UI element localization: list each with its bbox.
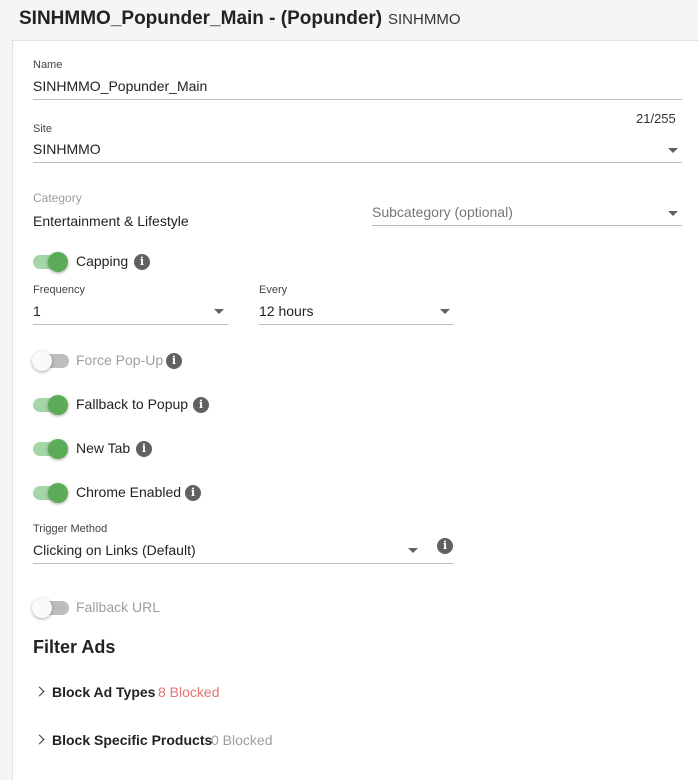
force-popup-label: Force Pop-Up: [76, 352, 164, 368]
caret-down-icon[interactable]: [668, 148, 678, 153]
name-underline: [33, 99, 682, 100]
name-field[interactable]: Name: [33, 59, 62, 71]
chevron-right-icon: [34, 686, 45, 697]
frequency-select[interactable]: 1: [33, 303, 41, 319]
block-specific-products-expander[interactable]: Block Specific Products 0 Blocked: [33, 729, 293, 751]
fallback-popup-label: Fallback to Popup: [76, 396, 189, 412]
every-label: Every: [259, 284, 288, 296]
site-label: Site: [33, 123, 52, 135]
new-tab-toggle-knob[interactable]: [48, 439, 68, 459]
force-popup-toggle-knob[interactable]: [32, 351, 52, 371]
page-site-name: SINHMMO: [388, 11, 461, 28]
name-char-counter: 21/255: [636, 111, 676, 126]
capping-toggle-knob[interactable]: [48, 252, 68, 272]
frequency-underline: [33, 324, 228, 325]
trigger-method-select[interactable]: Clicking on Links (Default): [33, 542, 196, 558]
every-select[interactable]: 12 hours: [259, 303, 313, 319]
caret-down-icon[interactable]: [408, 548, 418, 553]
settings-card: Name SINHMMO_Popunder_Main 21/255 Site S…: [12, 40, 698, 780]
block-ad-types-expander[interactable]: Block Ad Types 8 Blocked: [33, 681, 233, 703]
chevron-right-icon: [34, 734, 45, 745]
info-icon[interactable]: i: [136, 441, 152, 457]
caret-down-icon[interactable]: [214, 309, 224, 314]
filter-ads-title: Filter Ads: [33, 637, 116, 657]
trigger-method-label: Trigger Method: [33, 523, 108, 535]
every-underline: [259, 324, 454, 325]
caret-down-icon[interactable]: [440, 309, 450, 314]
fallback-popup-toggle-knob[interactable]: [48, 395, 68, 415]
info-icon[interactable]: i: [193, 397, 209, 413]
subcategory-underline: [372, 225, 682, 226]
new-tab-label: New Tab: [76, 440, 131, 456]
block-specific-products-label: Block Specific Products: [52, 732, 213, 748]
chrome-enabled-toggle-knob[interactable]: [48, 483, 68, 503]
info-icon[interactable]: i: [166, 353, 182, 369]
block-specific-products-count: 0 Blocked: [211, 732, 273, 748]
trigger-method-underline: [33, 563, 454, 564]
caret-down-icon[interactable]: [668, 211, 678, 216]
page-title: SINHMMO_Popunder_Main - (Popunder): [19, 8, 383, 29]
info-icon[interactable]: i: [437, 538, 453, 554]
category-label: Category: [33, 191, 82, 205]
block-ad-types-count: 8 Blocked: [158, 684, 220, 700]
frequency-label: Frequency: [33, 284, 85, 296]
block-ad-types-label: Block Ad Types: [52, 684, 156, 700]
name-input[interactable]: SINHMMO_Popunder_Main: [33, 78, 207, 94]
chrome-enabled-label: Chrome Enabled: [76, 484, 182, 500]
site-underline: [33, 162, 682, 163]
site-select[interactable]: SINHMMO: [33, 141, 101, 157]
fallback-url-label: Fallback URL: [76, 599, 161, 615]
fallback-url-toggle-knob[interactable]: [32, 598, 52, 618]
info-icon[interactable]: i: [185, 485, 201, 501]
category-value: Entertainment & Lifestyle: [33, 213, 189, 229]
info-icon[interactable]: i: [134, 254, 150, 270]
capping-label: Capping: [76, 253, 129, 269]
subcategory-select[interactable]: Subcategory (optional): [372, 204, 513, 220]
page-header: SINHMMO_Popunder_Main - (Popunder) SINHM…: [0, 0, 698, 40]
name-label: Name: [33, 59, 63, 71]
